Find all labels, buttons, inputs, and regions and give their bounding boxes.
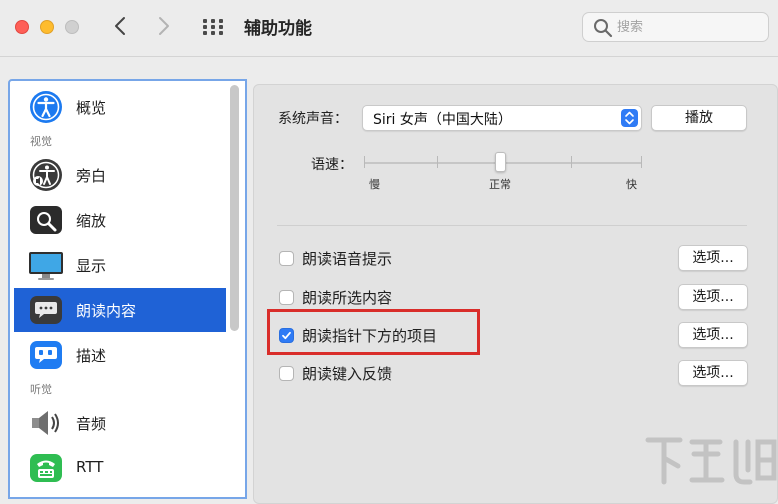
minimize-window-button[interactable] xyxy=(40,20,54,34)
option-label: 朗读所选内容 xyxy=(302,289,393,307)
option-row-speak-selection: 朗读所选内容 选项... xyxy=(276,284,748,311)
window-title: 辅助功能 xyxy=(244,19,312,39)
search-field[interactable] xyxy=(582,12,769,42)
close-window-button[interactable] xyxy=(15,20,29,34)
sidebar-item-zoom[interactable]: 缩放 xyxy=(14,198,226,242)
rtt-phone-icon xyxy=(30,454,62,482)
sidebar-item-label: RTT xyxy=(76,458,104,476)
system-voice-value: Siri 女声（中国大陆） xyxy=(373,112,512,128)
sidebar-item-label: 描述 xyxy=(76,347,107,365)
sidebar-item-label: 显示 xyxy=(76,257,107,275)
options-button[interactable]: 选项... xyxy=(678,360,748,386)
accessibility-icon xyxy=(30,91,62,123)
sidebar-item-voiceover[interactable]: 旁白 xyxy=(14,153,226,197)
title-bar: 辅助功能 xyxy=(0,0,778,57)
speak-announcements-checkbox[interactable] xyxy=(279,251,294,266)
slider-tick xyxy=(571,156,572,168)
speaking-rate-label: 语速： xyxy=(311,157,353,173)
rate-normal-label: 正常 xyxy=(489,178,511,191)
forward-button[interactable] xyxy=(152,12,176,40)
show-all-button[interactable] xyxy=(200,15,226,39)
play-button[interactable]: 播放 xyxy=(651,105,747,131)
search-input[interactable] xyxy=(617,17,757,37)
sidebar-item-rtt[interactable]: RTT xyxy=(14,446,226,490)
chevron-right-icon xyxy=(159,17,169,35)
back-button[interactable] xyxy=(108,12,132,40)
rate-slow-label: 慢 xyxy=(369,178,380,191)
sidebar-scrollbar[interactable] xyxy=(230,85,239,331)
speak-typing-feedback-checkbox[interactable] xyxy=(279,366,294,381)
sidebar: 概览 视觉 旁白 缩放 显示 朗读内容 描述 听觉 音频 RTT xyxy=(8,79,247,499)
sidebar-item-overview[interactable]: 概览 xyxy=(14,85,226,129)
spoken-content-icon xyxy=(30,296,62,324)
speak-selection-checkbox[interactable] xyxy=(279,290,294,305)
watermark-logo xyxy=(645,437,777,485)
display-icon xyxy=(29,252,63,280)
slider-tick xyxy=(641,156,642,168)
section-header-hearing: 听觉 xyxy=(30,383,52,396)
annotation-highlight-box xyxy=(267,309,480,355)
chevron-left-icon xyxy=(115,17,125,35)
option-row-speak-typing-feedback: 朗读键入反馈 选项... xyxy=(276,360,748,387)
slider-tick xyxy=(364,156,365,168)
sidebar-item-display[interactable]: 显示 xyxy=(14,243,226,287)
search-icon xyxy=(594,19,613,38)
options-button[interactable]: 选项... xyxy=(678,245,748,271)
descriptions-icon xyxy=(30,341,62,369)
option-label: 朗读键入反馈 xyxy=(302,365,393,383)
voiceover-icon xyxy=(30,159,62,191)
sidebar-item-label: 朗读内容 xyxy=(76,302,137,320)
sidebar-item-label: 概览 xyxy=(76,99,107,117)
options-button[interactable]: 选项... xyxy=(678,322,748,348)
speaker-icon xyxy=(32,411,59,435)
grid-icon xyxy=(203,19,223,35)
speaking-rate-slider-thumb[interactable] xyxy=(495,152,506,172)
sidebar-item-label: 旁白 xyxy=(76,167,107,185)
option-row-speak-announcements: 朗读语音提示 选项... xyxy=(276,245,748,272)
section-divider xyxy=(277,225,747,226)
sidebar-item-spoken-content[interactable]: 朗读内容 xyxy=(14,288,226,332)
section-header-vision: 视觉 xyxy=(30,135,52,148)
sidebar-item-label: 缩放 xyxy=(76,212,107,230)
zoom-window-button[interactable] xyxy=(65,20,79,34)
system-voice-select[interactable]: Siri 女声（中国大陆） xyxy=(362,105,642,131)
system-voice-label: 系统声音： xyxy=(278,111,348,127)
zoom-icon xyxy=(30,206,62,234)
updown-chevron-icon xyxy=(621,109,638,127)
slider-tick xyxy=(437,156,438,168)
options-button[interactable]: 选项... xyxy=(678,284,748,310)
option-label: 朗读语音提示 xyxy=(302,250,393,268)
rate-fast-label: 快 xyxy=(626,178,637,191)
sidebar-item-label: 音频 xyxy=(76,415,107,433)
sidebar-item-audio[interactable]: 音频 xyxy=(14,401,226,445)
sidebar-item-descriptions[interactable]: 描述 xyxy=(14,333,226,377)
